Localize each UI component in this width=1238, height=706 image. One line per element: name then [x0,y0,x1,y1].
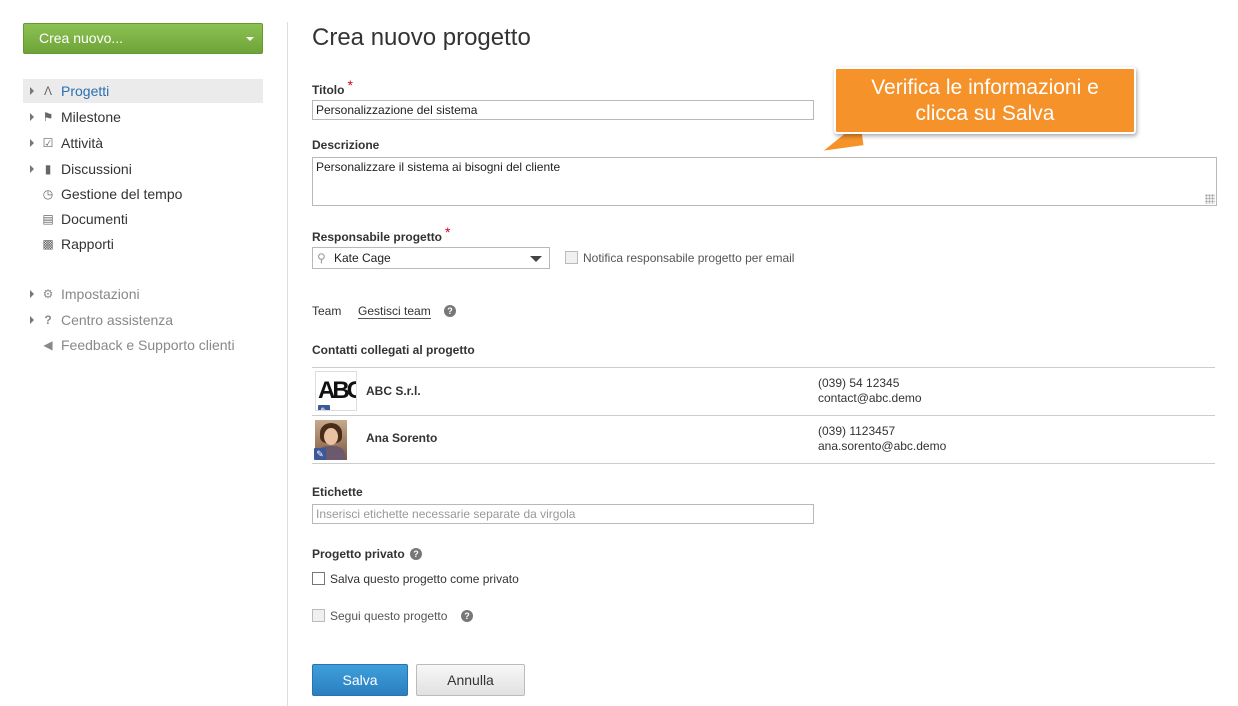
sidebar-item-centro-assistenza[interactable]: ? Centro assistenza [23,308,263,332]
callout-line-1: Verifica le informazioni e [871,76,1099,99]
create-new-button[interactable]: Crea nuovo... [23,23,263,54]
project-icon: Λ [43,84,52,98]
team-label: Team [312,304,342,318]
sidebar-item-discussioni[interactable]: ▮ Discussioni [23,157,263,181]
manager-label-text: Responsabile progetto [312,230,443,244]
manager-select[interactable]: ⚲ Kate Cage [312,247,550,269]
sidebar-item-label: Centro assistenza [61,312,174,328]
description-textarea[interactable]: Personalizzare il sistema ai bisogni del… [312,157,1217,206]
question-icon: ? [44,313,52,327]
chevron-down-icon[interactable] [246,37,254,41]
contact-info: (039) 54 12345 contact@abc.demo [818,376,922,406]
expand-arrow-icon[interactable] [30,165,34,173]
chart-icon: ▩ [42,237,54,251]
expand-arrow-icon[interactable] [30,316,34,324]
expand-arrow-icon[interactable] [30,290,34,298]
sidebar-item-label: Gestione del tempo [61,186,183,202]
help-icon[interactable]: ? [444,305,456,317]
sidebar-item-label: Milestone [61,109,121,125]
contact-name[interactable]: Ana Sorento [366,431,437,445]
tooltip-callout: Verifica le informazioni e clicca su Sal… [834,67,1136,134]
sidebar-item-label: Impostazioni [61,286,140,302]
contact-email[interactable]: contact@abc.demo [818,391,922,406]
gear-icon: ⚙ [42,287,54,301]
expand-arrow-icon[interactable] [30,87,34,95]
sidebar-item-attivita[interactable]: ☑ Attività [23,131,263,155]
dropdown-arrow-icon[interactable] [530,256,542,262]
sidebar-item-impostazioni[interactable]: ⚙ Impostazioni [23,282,263,306]
page-title: Crea nuovo progetto [312,24,531,51]
contact-phone: (039) 1123457 [818,424,896,438]
sidebar-item-label: Feedback e Supporto clienti [61,337,235,353]
resize-grip-icon[interactable] [1205,194,1215,204]
contact-name[interactable]: ABC S.r.l. [366,384,421,398]
create-new-label: Crea nuovo... [39,30,124,46]
avatar-face [324,428,338,445]
required-mark: * [347,77,353,93]
company-logo: ABC ✎ [315,371,357,411]
contact-info: (039) 1123457 ana.sorento@abc.demo [818,424,946,454]
title-input[interactable] [312,100,814,120]
search-icon: ⚲ [317,251,326,265]
checkbox-icon: ☑ [42,136,54,150]
cancel-button[interactable]: Annulla [416,664,525,696]
sidebar-item-label: Discussioni [61,161,132,177]
contact-phone: (039) 54 12345 [818,376,900,390]
sidebar: Crea nuovo... Λ Progetti ⚑ Milestone ☑ A… [0,0,287,706]
title-label: Titolo * [312,77,353,97]
tags-label: Etichette [312,485,363,499]
follow-project-label: Segui questo progetto [330,609,448,623]
expand-arrow-icon[interactable] [30,113,34,121]
manager-select-value: Kate Cage [334,251,391,265]
private-project-checkbox[interactable] [312,572,325,585]
sidebar-item-label: Rapporti [61,236,114,252]
follow-project-checkbox[interactable] [312,609,325,622]
notify-manager-checkbox[interactable] [565,251,578,264]
contact-row[interactable]: ✎ Ana Sorento (039) 1123457 ana.sorento@… [312,416,1215,464]
company-badge-icon: ✎ [318,405,330,410]
save-button[interactable]: Salva [312,664,408,696]
sidebar-item-rapporti[interactable]: ▩ Rapporti [23,232,263,256]
help-icon[interactable]: ? [461,610,473,622]
manager-label: Responsabile progetto * [312,224,450,244]
flag-icon: ⚑ [42,110,54,124]
expand-arrow-icon[interactable] [30,139,34,147]
notify-manager-label: Notifica responsabile progetto per email [583,251,795,265]
private-project-checkbox-label: Salva questo progetto come privato [330,572,519,586]
sidebar-item-documenti[interactable]: ▤ Documenti [23,207,263,231]
title-label-text: Titolo [312,83,345,97]
megaphone-icon: ◀ [43,338,53,352]
description-label: Descrizione [312,138,380,152]
help-icon[interactable]: ? [410,548,422,560]
sidebar-item-progetti[interactable]: Λ Progetti [23,79,263,103]
sidebar-item-feedback[interactable]: ◀ Feedback e Supporto clienti [23,333,263,357]
clock-icon: ◷ [42,187,54,201]
company-logo-text: ABC [318,377,357,404]
contact-email[interactable]: ana.sorento@abc.demo [818,439,946,454]
required-mark: * [445,224,451,240]
sidebar-item-milestone[interactable]: ⚑ Milestone [23,105,263,129]
private-project-label: Progetto privato [312,547,405,561]
manage-team-link[interactable]: Gestisci team [358,304,431,319]
sidebar-item-label: Progetti [61,83,110,99]
document-icon: ▤ [42,212,54,226]
sidebar-item-label: Documenti [61,211,128,227]
sidebar-divider [287,22,288,706]
contact-row[interactable]: ABC ✎ ABC S.r.l. (039) 54 12345 contact@… [312,368,1215,416]
sidebar-item-gestione-tempo[interactable]: ◷ Gestione del tempo [23,182,263,206]
contacts-label: Contatti collegati al progetto [312,343,475,357]
sidebar-item-label: Attività [61,135,104,151]
comment-icon: ▮ [44,162,52,176]
person-badge-icon: ✎ [314,448,326,460]
tags-input[interactable] [312,504,814,524]
callout-line-2: clicca su Salva [915,102,1055,125]
